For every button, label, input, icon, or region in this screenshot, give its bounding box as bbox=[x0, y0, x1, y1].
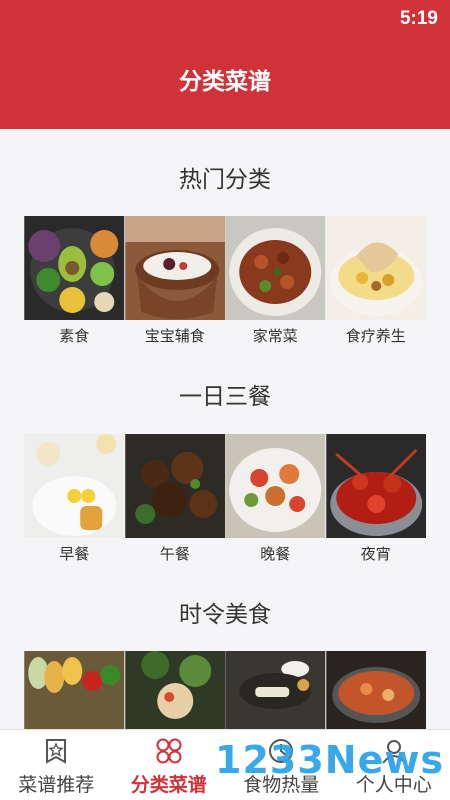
section-title-hot: 热门分类 bbox=[179, 167, 271, 193]
category-lunch[interactable]: 午餐 bbox=[124, 434, 226, 564]
grid-circles-icon bbox=[156, 738, 182, 764]
category-grid-meals: 早餐 午餐 晚餐 夜宵 bbox=[24, 434, 426, 564]
category-home-cooking[interactable]: 家常菜 bbox=[225, 216, 326, 346]
category-grid-seasonal bbox=[24, 651, 426, 729]
tab-label: 菜谱推荐 bbox=[18, 774, 95, 796]
category-label: 早餐 bbox=[59, 545, 90, 563]
category-late-night[interactable]: 夜宵 bbox=[325, 434, 427, 564]
late-night-photo bbox=[325, 434, 427, 538]
category-label: 午餐 bbox=[159, 545, 190, 563]
bookmark-star-icon bbox=[46, 739, 67, 764]
category-baby-food[interactable]: 宝宝辅食 bbox=[124, 216, 226, 346]
section-title-three-meals: 一日三餐 bbox=[179, 384, 271, 410]
category-label: 宝宝辅食 bbox=[144, 327, 205, 345]
tab-label: 分类菜谱 bbox=[130, 774, 207, 796]
category-seasonal-4[interactable] bbox=[325, 651, 427, 729]
breakfast-photo bbox=[24, 434, 125, 538]
category-dinner[interactable]: 晚餐 bbox=[225, 434, 326, 564]
header-bar: 5:19 分类菜谱 bbox=[0, 0, 450, 129]
category-label: 家常菜 bbox=[252, 327, 298, 345]
section-title-seasonal: 时令美食 bbox=[179, 602, 271, 628]
vegetarian-photo bbox=[24, 216, 125, 320]
lunch-photo bbox=[124, 434, 226, 538]
seasonal-photo bbox=[325, 651, 427, 729]
page-title: 分类菜谱 bbox=[179, 69, 271, 95]
category-grid-hot: 素食 宝宝辅食 家常菜 食疗养生 bbox=[24, 216, 426, 346]
category-vegetarian[interactable]: 素食 bbox=[24, 216, 125, 346]
seasonal-photo bbox=[225, 651, 326, 729]
category-label: 食疗养生 bbox=[345, 327, 406, 345]
seasonal-photo bbox=[124, 651, 226, 729]
category-seasonal-3[interactable] bbox=[225, 651, 326, 729]
status-time: 5:19 bbox=[399, 8, 438, 29]
category-content[interactable]: 热门分类 素食 宝宝辅食 家常菜 食疗养生 一日三餐 早餐 午餐 晚餐 夜宵 时… bbox=[0, 129, 450, 729]
home-cooking-photo bbox=[225, 216, 326, 320]
baby-food-photo bbox=[124, 216, 226, 320]
category-seasonal-2[interactable] bbox=[124, 651, 226, 729]
diet-therapy-photo bbox=[325, 216, 427, 320]
category-breakfast[interactable]: 早餐 bbox=[24, 434, 125, 564]
tab-category-recipes[interactable]: 分类菜谱 bbox=[113, 730, 226, 800]
category-label: 夜宵 bbox=[360, 545, 391, 563]
tab-recipe-recommend[interactable]: 菜谱推荐 bbox=[0, 730, 113, 800]
category-seasonal-1[interactable] bbox=[24, 651, 125, 729]
category-label: 晚餐 bbox=[260, 545, 291, 563]
dinner-photo bbox=[225, 434, 326, 538]
watermark-logo: 1233News bbox=[215, 738, 445, 782]
category-diet-therapy[interactable]: 食疗养生 bbox=[325, 216, 427, 346]
seasonal-photo bbox=[24, 651, 125, 729]
category-label: 素食 bbox=[59, 327, 90, 345]
